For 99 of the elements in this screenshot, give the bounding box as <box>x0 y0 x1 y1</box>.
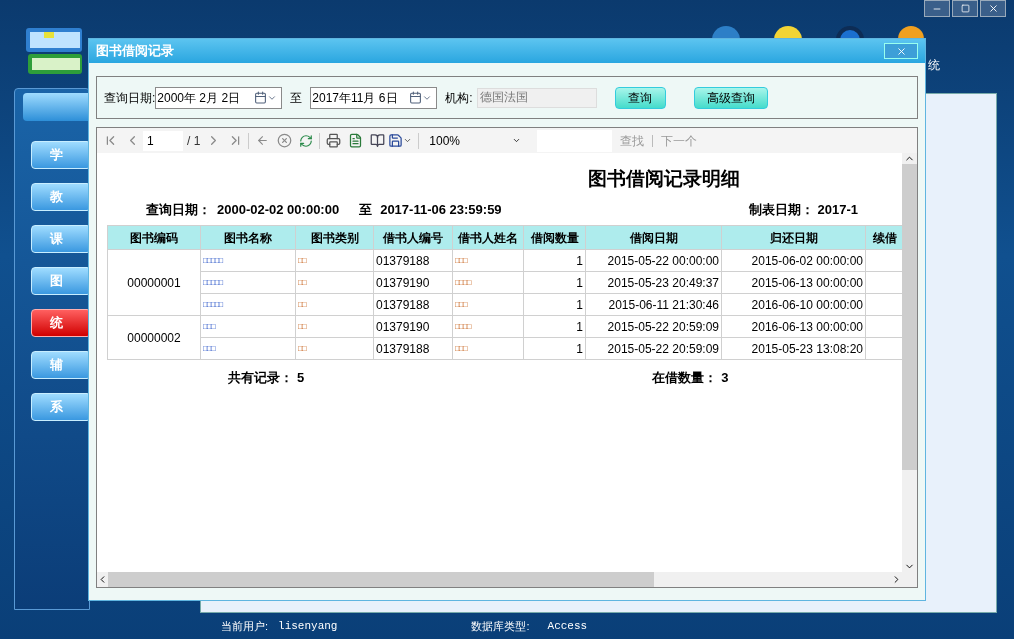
table-cell: 2015-06-13 00:00:00 <box>721 271 866 294</box>
table-cell: 1 <box>523 249 586 272</box>
column-header: 图书编码 <box>107 225 201 250</box>
page-field[interactable]: 1 <box>143 130 183 151</box>
table-cell: 01379188 <box>373 293 453 316</box>
organization-label: 机构: <box>445 89 473 107</box>
table-cell: □□□□□ <box>200 271 296 294</box>
column-header: 图书类别 <box>295 225 374 250</box>
maximize-button[interactable] <box>952 0 978 17</box>
table-cell: □□□ <box>452 293 524 316</box>
table-cell: □□□□ <box>452 271 524 294</box>
range-start: 2000-02-02 00:00:00 <box>217 200 340 219</box>
table-cell: □□□□ <box>452 315 524 338</box>
table-cell: 1 <box>523 315 586 338</box>
table-cell: 2015-05-23 13:08:20 <box>721 337 866 360</box>
table-cell: □□□ <box>452 337 524 360</box>
toolbar-label: 统 <box>928 57 940 74</box>
user-value: lisenyang <box>278 618 338 634</box>
table-cell: □□ <box>295 337 374 360</box>
advanced-query-button[interactable]: 高级查询 <box>693 86 768 109</box>
table-cell: □□□ <box>200 337 296 360</box>
total-value: 5 <box>297 369 305 387</box>
stop-icon <box>276 133 292 148</box>
user-label: 当前用户: <box>221 618 269 634</box>
range-to-label: 至 <box>359 200 373 219</box>
maximize-icon <box>960 4 970 13</box>
table-cell: □□□ <box>200 315 296 338</box>
range-label: 查询日期： <box>146 200 211 219</box>
column-header: 归还日期 <box>721 225 866 250</box>
made-date-label: 制表日期： <box>748 200 814 219</box>
caret-icon <box>512 136 522 145</box>
date-label: 查询日期: <box>104 89 156 107</box>
query-button[interactable]: 查询 <box>614 86 666 109</box>
calendar-icon <box>409 91 423 104</box>
table-cell: 1 <box>523 337 586 360</box>
column-header: 借阅日期 <box>585 225 722 250</box>
book-icon <box>369 133 385 148</box>
table-cell: □□ <box>295 271 374 294</box>
sidebar-header <box>23 93 89 121</box>
range-end: 2017-11-06 23:59:59 <box>380 200 502 219</box>
table-cell: 2015-05-22 20:59:09 <box>585 315 722 338</box>
table-cell: □□ <box>295 249 374 272</box>
find-next-button[interactable]: 下一个 <box>661 131 698 150</box>
date-picker[interactable]: 2000年 2月 2日 <box>155 86 283 109</box>
document-icon <box>347 133 363 148</box>
made-date: 2017-1 <box>817 200 859 219</box>
page-total: / 1 <box>187 132 201 150</box>
minimize-button[interactable] <box>924 0 950 17</box>
close-button[interactable] <box>980 0 1006 17</box>
table-cell: 01379190 <box>373 315 453 338</box>
table-cell: 2015-05-22 20:59:09 <box>585 337 722 360</box>
report-title: 图书借阅记录明细 <box>588 167 740 191</box>
sidebar-item[interactable]: 统 <box>31 309 91 337</box>
column-header: 图书名称 <box>200 225 296 250</box>
column-header: 借阅数量 <box>523 225 586 250</box>
scroll-thumb[interactable] <box>902 164 917 470</box>
table-cell: 01379190 <box>373 271 453 294</box>
table-cell: 1 <box>523 271 586 294</box>
calendar-icon <box>254 91 268 104</box>
table-cell: 01379188 <box>373 337 453 360</box>
organization-field[interactable]: 德国法国 <box>476 87 597 108</box>
column-header: 借书人姓名 <box>452 225 524 250</box>
date-picker[interactable]: 2017年11月 6日 <box>310 86 438 109</box>
dialog-title: 图书借阅记录 <box>96 42 174 61</box>
total-label: 共有记录： <box>228 369 293 387</box>
table-cell: 1 <box>523 293 586 316</box>
table-cell: 2016-06-10 00:00:00 <box>721 293 866 316</box>
column-header: 借书人编号 <box>373 225 453 250</box>
table-cell: 00000001 <box>107 249 201 316</box>
database-label: 数据库类型: <box>471 618 530 634</box>
to-label: 至 <box>290 89 303 107</box>
table-cell: □□□ <box>452 249 524 272</box>
table-cell: 00000002 <box>107 315 201 360</box>
close-icon <box>895 45 907 57</box>
close-icon <box>987 3 999 14</box>
table-cell: 2015-06-02 00:00:00 <box>721 249 866 272</box>
table-cell: □□ <box>295 293 374 316</box>
sidebar-item[interactable]: 学 <box>31 141 91 169</box>
on-loan-value: 3 <box>721 369 729 387</box>
caret-icon <box>403 136 413 145</box>
table-cell: 2016-06-13 00:00:00 <box>721 315 866 338</box>
table-cell: 2015-05-23 20:49:37 <box>585 271 722 294</box>
table-cell: 2015-06-11 21:30:46 <box>585 293 722 316</box>
search-field[interactable] <box>537 129 613 152</box>
find-button[interactable]: 查找 <box>620 131 645 150</box>
table-cell: □□□□□ <box>200 249 296 272</box>
table-cell: 01379188 <box>373 249 453 272</box>
refresh-icon <box>299 133 314 148</box>
table-cell: 2015-05-22 00:00:00 <box>585 249 722 272</box>
database-value: Access <box>547 618 588 634</box>
back-arrow-icon <box>255 134 269 147</box>
horizontal-scrollbar[interactable] <box>97 572 917 587</box>
table-cell: □□ <box>295 315 374 338</box>
vertical-scrollbar[interactable] <box>902 153 917 572</box>
save-icon <box>388 133 404 148</box>
scroll-thumb[interactable] <box>108 572 654 587</box>
table-cell: □□□□□ <box>200 293 296 316</box>
on-loan-label: 在借数量： <box>652 369 718 387</box>
printer-icon <box>325 133 341 148</box>
